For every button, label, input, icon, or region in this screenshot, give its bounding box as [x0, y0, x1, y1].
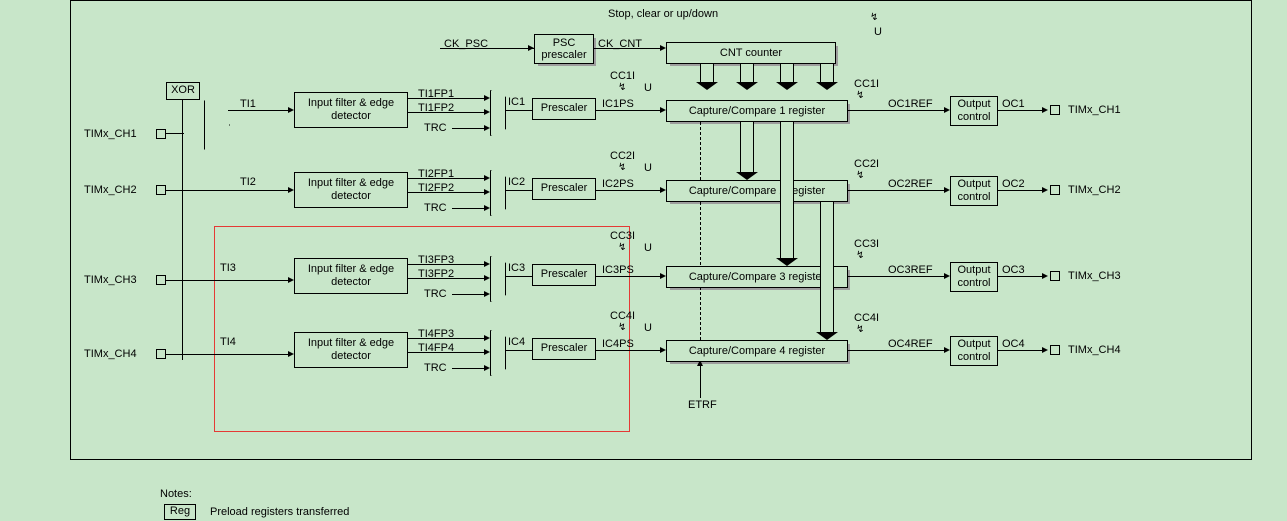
ic1-label: IC1: [508, 96, 525, 108]
mux-ic2: [490, 170, 506, 216]
u3: U: [644, 242, 652, 254]
pin-ch3-l: [156, 275, 166, 285]
bigarrow-3: [780, 64, 794, 82]
xor-label-box: XOR: [166, 82, 200, 100]
ccreg2: Capture/Compare 2 register: [666, 180, 848, 202]
zig4: ↯: [618, 322, 626, 333]
cc2i-right: CC2I: [854, 158, 879, 170]
pin-ch2-r: [1050, 185, 1060, 195]
mux-ic1: [490, 90, 506, 136]
cc4i-left: CC4I: [610, 310, 635, 322]
ti2: TI2: [240, 176, 256, 188]
outctrl2: Output control: [950, 176, 998, 206]
pin-ch2-l: [156, 185, 166, 195]
notes-label: Notes:: [160, 488, 192, 500]
pin-right-ch3: TIMx_CH3: [1068, 270, 1121, 282]
pin-right-ch1: TIMx_CH1: [1068, 104, 1121, 116]
cc4i-right: CC4I: [854, 312, 879, 324]
zig4r: ↯: [856, 324, 864, 335]
bigarrow-2: [740, 64, 754, 82]
trc4: TRC: [424, 362, 447, 374]
bigarrow-cc13: [780, 122, 794, 258]
pin-left-ch2: TIMx_CH2: [84, 184, 137, 196]
zig2: ↯: [618, 162, 626, 173]
pin-ch1-l: [156, 129, 166, 139]
mux-ic4: [490, 330, 506, 376]
u4: U: [644, 322, 652, 334]
prescaler-ch3: Prescaler: [532, 264, 596, 286]
etrf-label: ETRF: [688, 399, 717, 411]
oc1ref: OC1REF: [888, 98, 933, 110]
pin-right-ch4: TIMx_CH4: [1068, 344, 1121, 356]
event-squiggle-top: ↯: [870, 12, 878, 23]
u1: U: [644, 82, 652, 94]
ic3ps: IC3PS: [602, 264, 634, 276]
pin-ch1-r: [1050, 105, 1060, 115]
bigarrow-cc12: [740, 122, 754, 172]
ccreg1: Capture/Compare 1 register: [666, 100, 848, 122]
oc3: OC3: [1002, 264, 1025, 276]
zig3: ↯: [618, 242, 626, 253]
outctrl3: Output control: [950, 262, 998, 292]
ic2-label: IC2: [508, 176, 525, 188]
oc4ref: OC4REF: [888, 338, 933, 350]
filter-ch1: Input filter & edge detector: [294, 92, 408, 128]
pin-right-ch2: TIMx_CH2: [1068, 184, 1121, 196]
bigarrow-4: [820, 64, 834, 82]
outctrl4: Output control: [950, 336, 998, 366]
oc3ref: OC3REF: [888, 264, 933, 276]
cc3i-right: CC3I: [854, 238, 879, 250]
cc3i-left: CC3I: [610, 230, 635, 242]
trc2: TRC: [424, 202, 447, 214]
u-top-label: U: [874, 26, 882, 38]
zig3r: ↯: [856, 250, 864, 261]
preload-label: Preload registers transferred: [210, 506, 349, 518]
oc1: OC1: [1002, 98, 1025, 110]
filter-ch4: Input filter & edge detector: [294, 332, 408, 368]
psc-prescaler-box: PSC prescaler: [534, 34, 594, 64]
stop-clear-label: Stop, clear or up/down: [608, 8, 718, 20]
prescaler-ch2: Prescaler: [532, 178, 596, 200]
pin-left-ch3: TIMx_CH3: [84, 274, 137, 286]
bigarrow-cc24: [820, 202, 834, 332]
ic4ps: IC4PS: [602, 338, 634, 350]
ti4: TI4: [220, 336, 236, 348]
zig1: ↯: [618, 82, 626, 93]
prescaler-ch1: Prescaler: [532, 98, 596, 120]
oc2: OC2: [1002, 178, 1025, 190]
filter-ch2: Input filter & edge detector: [294, 172, 408, 208]
pin-left-ch1: TIMx_CH1: [84, 128, 137, 140]
cc1i-right: CC1I: [854, 78, 879, 90]
ic3-label: IC3: [508, 262, 525, 274]
cc2i-left: CC2I: [610, 150, 635, 162]
pin-ch4-r: [1050, 345, 1060, 355]
prescaler-ch4: Prescaler: [532, 338, 596, 360]
bigarrow-1: [700, 64, 714, 82]
ti1: TI1: [240, 98, 256, 110]
reg-box: Reg: [164, 504, 196, 520]
ic4-label: IC4: [508, 336, 525, 348]
trc3: TRC: [424, 288, 447, 300]
ti3: TI3: [220, 262, 236, 274]
mux-ic3: [490, 256, 506, 302]
zig2r: ↯: [856, 170, 864, 181]
pin-left-ch4: TIMx_CH4: [84, 348, 137, 360]
oc4: OC4: [1002, 338, 1025, 350]
cc1i-left: CC1I: [610, 70, 635, 82]
xor-label: XOR: [171, 84, 195, 97]
filter-ch3: Input filter & edge detector: [294, 258, 408, 294]
cnt-counter-box: CNT counter: [666, 42, 836, 64]
ic2ps: IC2PS: [602, 178, 634, 190]
trc1: TRC: [424, 122, 447, 134]
ic1ps: IC1PS: [602, 98, 634, 110]
u2: U: [644, 162, 652, 174]
oc2ref: OC2REF: [888, 178, 933, 190]
pin-ch3-r: [1050, 271, 1060, 281]
zig1r: ↯: [856, 90, 864, 101]
pin-ch4-l: [156, 349, 166, 359]
outctrl1: Output control: [950, 96, 998, 126]
ccreg4: Capture/Compare 4 register: [666, 340, 848, 362]
